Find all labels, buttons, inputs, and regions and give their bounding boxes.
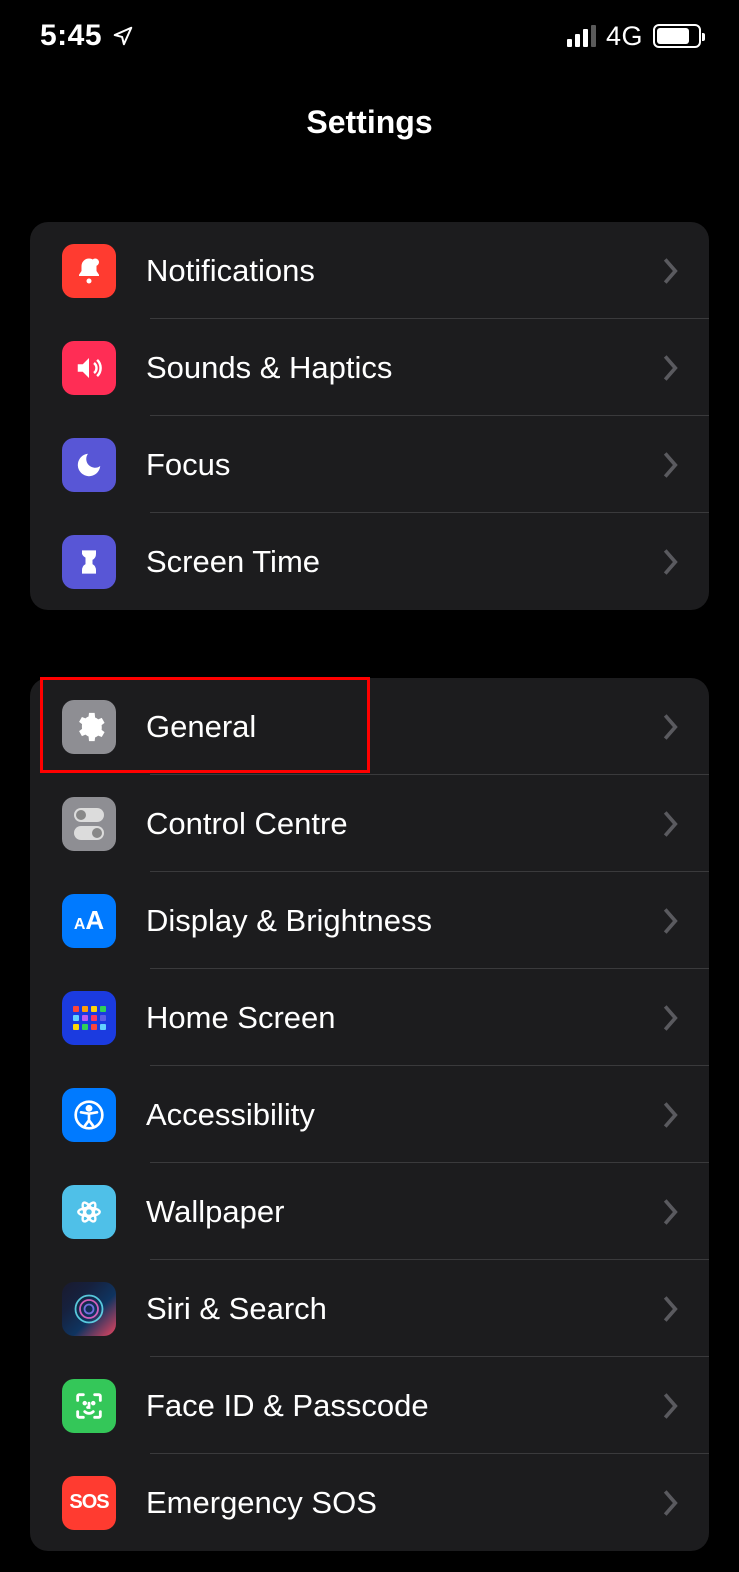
row-label: Control Centre (146, 806, 663, 842)
location-icon (112, 25, 134, 47)
emergency-sos-icon: SOS (62, 1476, 116, 1530)
row-label: Face ID & Passcode (146, 1388, 663, 1424)
settings-section-1: Notifications Sounds & Haptics (30, 222, 709, 610)
status-right: 4G (567, 21, 701, 52)
row-home-screen[interactable]: Home Screen (30, 969, 709, 1066)
siri-icon (62, 1282, 116, 1336)
chevron-right-icon (663, 258, 679, 284)
signal-icon (567, 25, 596, 47)
row-label: Emergency SOS (146, 1485, 663, 1521)
wallpaper-icon (62, 1185, 116, 1239)
row-control-centre[interactable]: Control Centre (30, 775, 709, 872)
chevron-right-icon (663, 1296, 679, 1322)
sounds-icon (62, 341, 116, 395)
face-id-icon (62, 1379, 116, 1433)
focus-icon (62, 438, 116, 492)
row-focus[interactable]: Focus (30, 416, 709, 513)
chevron-right-icon (663, 1102, 679, 1128)
row-label: Notifications (146, 253, 663, 289)
chevron-right-icon (663, 1490, 679, 1516)
chevron-right-icon (663, 452, 679, 478)
settings-section-2: General Control Centre AA Display & Brig… (30, 678, 709, 1551)
row-label: Home Screen (146, 1000, 663, 1036)
chevron-right-icon (663, 355, 679, 381)
row-general[interactable]: General (30, 678, 709, 775)
general-icon (62, 700, 116, 754)
chevron-right-icon (663, 1393, 679, 1419)
row-label: Display & Brightness (146, 903, 663, 939)
chevron-right-icon (663, 1005, 679, 1031)
chevron-right-icon (663, 811, 679, 837)
notifications-icon (62, 244, 116, 298)
row-label: Sounds & Haptics (146, 350, 663, 386)
page-title: Settings (306, 104, 432, 141)
row-label: Focus (146, 447, 663, 483)
status-left: 5:45 (40, 19, 134, 53)
row-display-brightness[interactable]: AA Display & Brightness (30, 872, 709, 969)
screen-time-icon (62, 535, 116, 589)
row-siri-search[interactable]: Siri & Search (30, 1260, 709, 1357)
row-emergency-sos[interactable]: SOS Emergency SOS (30, 1454, 709, 1551)
chevron-right-icon (663, 549, 679, 575)
row-notifications[interactable]: Notifications (30, 222, 709, 319)
status-bar: 5:45 4G (0, 0, 739, 72)
row-label: Wallpaper (146, 1194, 663, 1230)
chevron-right-icon (663, 714, 679, 740)
header: Settings (0, 72, 739, 172)
row-screen-time[interactable]: Screen Time (30, 513, 709, 610)
control-centre-icon (62, 797, 116, 851)
accessibility-icon (62, 1088, 116, 1142)
network-type: 4G (606, 21, 643, 52)
chevron-right-icon (663, 908, 679, 934)
row-label: Screen Time (146, 544, 663, 580)
settings-content: Notifications Sounds & Haptics (0, 222, 739, 1551)
row-sounds-haptics[interactable]: Sounds & Haptics (30, 319, 709, 416)
status-time: 5:45 (40, 19, 102, 53)
row-faceid-passcode[interactable]: Face ID & Passcode (30, 1357, 709, 1454)
row-label: Accessibility (146, 1097, 663, 1133)
row-wallpaper[interactable]: Wallpaper (30, 1163, 709, 1260)
home-screen-icon (62, 991, 116, 1045)
row-label: Siri & Search (146, 1291, 663, 1327)
row-label: General (146, 709, 663, 745)
display-brightness-icon: AA (62, 894, 116, 948)
battery-icon (653, 24, 701, 48)
chevron-right-icon (663, 1199, 679, 1225)
row-accessibility[interactable]: Accessibility (30, 1066, 709, 1163)
